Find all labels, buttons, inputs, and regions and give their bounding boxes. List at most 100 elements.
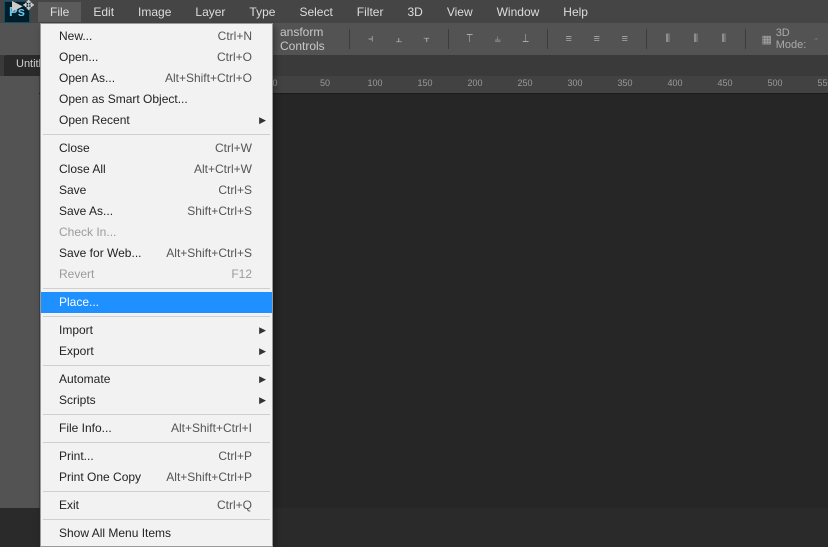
auto-align-icon[interactable]: ▦ — [758, 30, 776, 48]
menu-item-shortcut: Ctrl+O — [217, 50, 252, 65]
file-menu-new[interactable]: New...Ctrl+N — [41, 26, 272, 47]
ruler-h-tick: 400 — [667, 78, 682, 88]
ruler-h-tick: 150 — [417, 78, 432, 88]
file-menu-automate[interactable]: Automate ▶ — [41, 369, 272, 390]
file-menu-open-recent[interactable]: Open Recent ▶ — [41, 110, 272, 131]
file-menu-print-one-copy[interactable]: Print One CopyAlt+Shift+Ctrl+P — [41, 467, 272, 488]
file-menu-save[interactable]: SaveCtrl+S — [41, 180, 272, 201]
distribute-horizontal-icon[interactable]: ⦀ — [687, 30, 705, 48]
distribute-left-icon[interactable]: ⦀ — [659, 30, 677, 48]
align-horizontal-centers-icon[interactable]: ⫠ — [390, 30, 408, 48]
submenu-arrow-icon: ▶ — [259, 372, 266, 387]
menu-image[interactable]: Image — [126, 2, 183, 22]
menu-window[interactable]: Window — [485, 2, 552, 22]
file-menu-import[interactable]: Import ▶ — [41, 320, 272, 341]
tools-panel — [0, 76, 39, 508]
file-menu-export[interactable]: Export ▶ — [41, 341, 272, 362]
options-separator — [646, 29, 647, 49]
file-menu-open[interactable]: Open... Ctrl+O — [41, 47, 272, 68]
menu-type[interactable]: Type — [237, 2, 287, 22]
options-separator — [547, 29, 548, 49]
distribute-bottom-icon[interactable]: ≡ — [616, 30, 634, 48]
menu-separator — [43, 365, 270, 366]
distribute-right-icon[interactable]: ⦀ — [715, 30, 733, 48]
align-vertical-centers-icon[interactable]: ⫨ — [489, 30, 507, 48]
menu-item-label: Automate — [59, 372, 110, 387]
align-left-edges-icon[interactable]: ⫞ — [362, 30, 380, 48]
file-menu-revert: RevertF12 — [41, 264, 272, 285]
menu-separator — [43, 288, 270, 289]
file-menu-save-for-web[interactable]: Save for Web...Alt+Shift+Ctrl+S — [41, 243, 272, 264]
menu-item-label: Print One Copy — [59, 470, 141, 485]
menu-item-label: Import — [59, 323, 93, 338]
options-separator — [745, 29, 746, 49]
ruler-h-tick: 500 — [767, 78, 782, 88]
ruler-h-tick: 250 — [517, 78, 532, 88]
file-menu-open-as[interactable]: Open As... Alt+Shift+Ctrl+O — [41, 68, 272, 89]
menu-item-label: Close — [59, 141, 90, 156]
menu-item-label: Export — [59, 344, 94, 359]
options-separator — [349, 29, 350, 49]
file-menu-scripts[interactable]: Scripts ▶ — [41, 390, 272, 411]
file-menu-place[interactable]: Place... — [41, 292, 272, 313]
menu-item-shortcut: Ctrl+W — [215, 141, 252, 156]
menu-separator — [43, 316, 270, 317]
menu-item-label: Save As... — [59, 204, 113, 219]
align-bottom-edges-icon[interactable]: ⟘ — [517, 30, 535, 48]
distribute-top-icon[interactable]: ≡ — [560, 30, 578, 48]
menu-select[interactable]: Select — [287, 2, 344, 22]
distribute-vertical-icon[interactable]: ≡ — [588, 30, 606, 48]
file-menu-print[interactable]: Print...Ctrl+P — [41, 446, 272, 467]
menu-item-label: Print... — [59, 449, 94, 464]
file-menu-dropdown: New...Ctrl+N Open... Ctrl+O Open As... Alt+S… — [40, 23, 273, 547]
file-menu-file-info[interactable]: File Info...Alt+Shift+Ctrl+I — [41, 418, 272, 439]
file-menu-exit[interactable]: ExitCtrl+Q — [41, 495, 272, 516]
menu-layer[interactable]: Layer — [183, 2, 237, 22]
menu-item-shortcut: Ctrl+Q — [217, 498, 252, 513]
menu-item-label: Open Recent — [59, 113, 130, 128]
submenu-arrow-icon: ▶ — [259, 393, 266, 408]
menu-item-label: Place... — [59, 295, 99, 310]
align-right-edges-icon[interactable]: ⫟ — [418, 30, 436, 48]
menu-item-shortcut: Alt+Shift+Ctrl+I — [171, 421, 252, 436]
file-menu-save-as[interactable]: Save As...Shift+Ctrl+S — [41, 201, 272, 222]
menu-item-label: Scripts — [59, 393, 96, 408]
menu-item-label: Show All Menu Items — [59, 526, 171, 541]
menu-help[interactable]: Help — [551, 2, 600, 22]
file-menu-show-all-menu-items[interactable]: Show All Menu Items — [41, 523, 272, 544]
menu-item-shortcut: Alt+Shift+Ctrl+O — [165, 71, 252, 86]
ruler-h-tick: 200 — [467, 78, 482, 88]
menu-item-shortcut: Alt+Shift+Ctrl+S — [166, 246, 252, 261]
menu-item-shortcut: F12 — [231, 267, 252, 282]
ruler-h-tick: 350 — [617, 78, 632, 88]
menu-filter[interactable]: Filter — [345, 2, 396, 22]
submenu-arrow-icon: ▶ — [259, 323, 266, 338]
menu-item-label: Open as Smart Object... — [59, 92, 188, 107]
ruler-h-tick: 550 — [817, 78, 828, 88]
submenu-arrow-icon: ▶ — [259, 344, 266, 359]
ruler-h-tick: 450 — [717, 78, 732, 88]
menu-file[interactable]: File — [38, 2, 81, 22]
menu-separator — [43, 134, 270, 135]
menu-item-label: Open... — [59, 50, 98, 65]
menu-separator — [43, 442, 270, 443]
menu-separator — [43, 491, 270, 492]
move-tool-icon[interactable]: ▶✥ — [12, 0, 35, 14]
menu-item-label: Open As... — [59, 71, 115, 86]
menu-item-label: Save — [59, 183, 86, 198]
menu-item-label: New... — [59, 29, 92, 44]
mode-3d-label: 3D Mode: — [776, 27, 807, 51]
orbit-3d-icon[interactable] — [814, 32, 818, 46]
submenu-arrow-icon: ▶ — [259, 113, 266, 128]
menu-edit[interactable]: Edit — [81, 2, 126, 22]
file-menu-close[interactable]: Close Ctrl+W — [41, 138, 272, 159]
menu-separator — [43, 519, 270, 520]
ruler-h-tick: 100 — [367, 78, 382, 88]
menu-3d[interactable]: 3D — [395, 2, 434, 22]
align-top-edges-icon[interactable]: ⟙ — [461, 30, 479, 48]
file-menu-open-as-smart-object[interactable]: Open as Smart Object... — [41, 89, 272, 110]
file-menu-close-all[interactable]: Close AllAlt+Ctrl+W — [41, 159, 272, 180]
menu-view[interactable]: View — [435, 2, 485, 22]
options-separator — [448, 29, 449, 49]
ruler-h-tick: 0 — [272, 78, 277, 88]
